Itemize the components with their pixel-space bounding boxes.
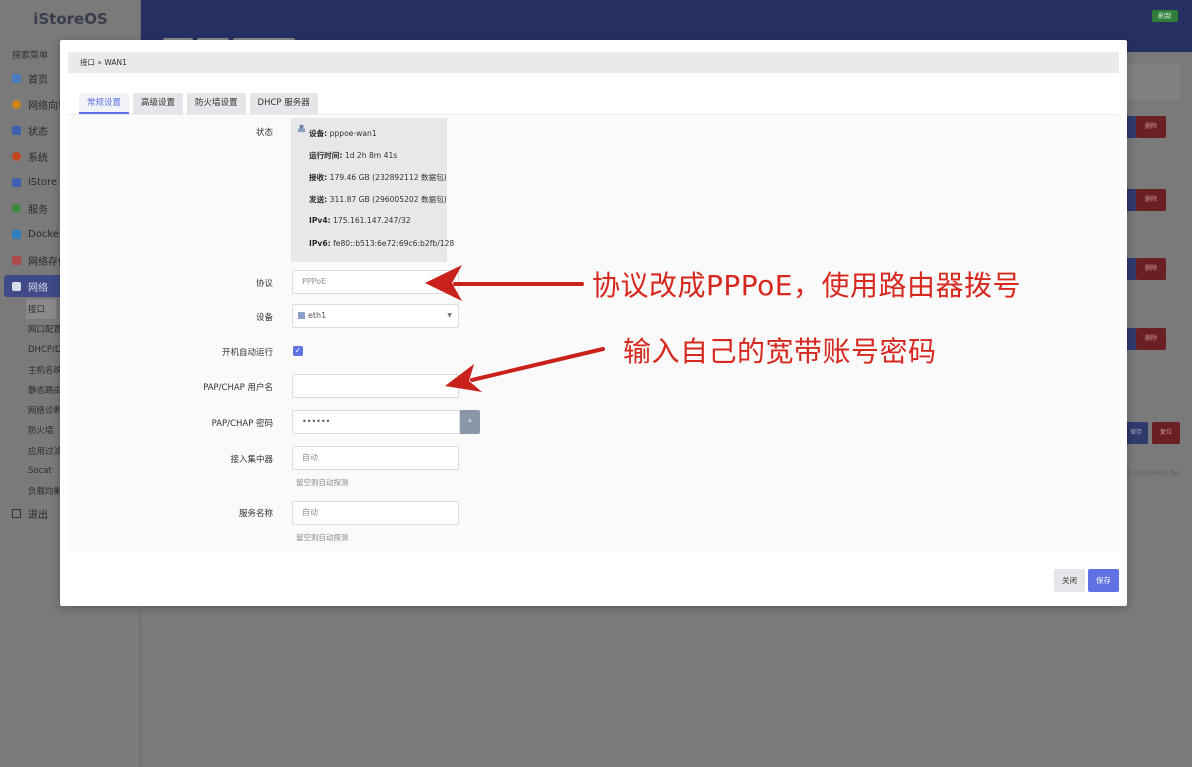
status-tx-value: 311.87 GB (296005202 数据包) <box>329 195 447 204</box>
bg-reset-button[interactable]: 复位 <box>1152 422 1180 444</box>
status-ipv6-value: fe80::b513:6e72:69c6:b2fb/128 <box>333 239 455 248</box>
close-button[interactable]: 关闭 <box>1054 569 1085 592</box>
concentrator-placeholder: 自动 <box>302 453 318 462</box>
status-rx-key: 接收: <box>309 173 328 182</box>
subnav-item-interfaces[interactable]: 接口 <box>26 299 56 320</box>
device-value: eth1 <box>308 311 327 320</box>
status-ipv6-key: IPv6: <box>309 239 331 248</box>
status-rx: 接收: 179.46 GB (232892112 数据包) <box>309 172 447 183</box>
home-icon <box>12 74 21 84</box>
bg-save-button[interactable]: 保存 <box>1124 422 1148 444</box>
tab-advanced[interactable]: 高级设置 <box>133 93 184 114</box>
bg-delete-button[interactable]: 删除 <box>1136 116 1166 138</box>
network-device-icon <box>297 124 306 133</box>
bg-delete-button[interactable]: 删除 <box>1136 258 1166 280</box>
status-device-key: 设备: <box>309 129 328 138</box>
username-input[interactable] <box>292 374 459 398</box>
general-settings-panel <box>68 114 1119 551</box>
status-ipv4-key: IPv4: <box>309 216 331 225</box>
service-icon <box>12 203 21 213</box>
protocol-select[interactable]: PPPoE <box>292 270 459 294</box>
service-name-label: 服务名称 <box>238 509 273 519</box>
tab-dhcp-server[interactable]: DHCP 服务器 <box>249 93 318 114</box>
status-ipv4-value: 175.161.147.247/32 <box>333 216 411 225</box>
sidebar-item-label: 网络 <box>28 282 48 294</box>
logout-label: 退出 <box>28 510 48 521</box>
status-device-value: pppoe-wan1 <box>329 129 377 138</box>
interface-edit-modal: 接口 » WAN1 常规设置 高级设置 防火墙设置 DHCP 服务器 状态 设备… <box>60 40 1127 606</box>
password-input[interactable]: •••••• <box>292 410 460 434</box>
status-tx-key: 发送: <box>309 195 328 204</box>
reveal-password-button[interactable]: * <box>460 410 480 434</box>
device-label: 设备 <box>255 313 273 323</box>
password-label: PAP/CHAP 密码 <box>211 419 273 429</box>
status-uptime-value: 1d 2h 8m 41s <box>344 151 398 160</box>
bg-version-footer: v2.3-20230602.fnd <box>1122 470 1180 477</box>
status-box: 设备: pppoe-wan1 运行时间: 1d 2h 8m 41s 接收: 17… <box>291 118 454 262</box>
concentrator-help: 留空则自动探测 <box>296 478 349 487</box>
modal-tabs: 常规设置 高级设置 防火墙设置 DHCP 服务器 <box>79 93 322 114</box>
protocol-label: 协议 <box>255 279 273 289</box>
ethernet-port-icon <box>298 312 305 319</box>
username-label: PAP/CHAP 用户名 <box>203 383 273 393</box>
app-logo: iStoreOS <box>33 10 108 28</box>
service-name-placeholder: 自动 <box>302 508 318 517</box>
autostart-label: 开机自动运行 <box>221 348 273 358</box>
status-rx-value: 179.46 GB (232892112 数据包) <box>329 173 447 182</box>
docker-icon <box>12 229 21 239</box>
protocol-value: PPPoE <box>302 277 327 286</box>
system-icon <box>12 152 21 162</box>
sidebar-item-label: iStore <box>28 177 58 188</box>
storage-icon <box>12 255 21 265</box>
sidebar-item-label: 系统 <box>28 153 48 165</box>
device-select[interactable]: eth1 ▼ <box>292 304 459 328</box>
network-icon <box>12 281 21 291</box>
logout-button[interactable]: 退出 <box>12 506 48 521</box>
status-ipv4: IPv4: 175.161.147.247/32 <box>309 216 411 225</box>
sidebar-item-label: 状态 <box>28 127 48 139</box>
breadcrumb: 接口 » WAN1 <box>68 52 1119 73</box>
bg-delete-button[interactable]: 删除 <box>1136 189 1166 211</box>
wizard-icon <box>12 100 21 110</box>
concentrator-label: 接入集中器 <box>230 455 273 465</box>
service-name-input[interactable]: 自动 <box>292 501 459 525</box>
autostart-checkbox[interactable]: ✓ <box>293 346 303 356</box>
annotation-account-note: 输入自己的宽带账号密码 <box>623 335 937 368</box>
annotation-protocol-note: 协议改成PPPoE，使用路由器拨号 <box>592 269 1021 302</box>
concentrator-input[interactable]: 自动 <box>292 446 459 470</box>
status-device: 设备: pppoe-wan1 <box>309 128 377 139</box>
tab-general[interactable]: 常规设置 <box>79 93 130 114</box>
logout-icon <box>12 509 21 518</box>
bg-delete-button[interactable]: 删除 <box>1136 328 1166 350</box>
search-menu-label[interactable]: 搜索菜单 <box>12 48 48 61</box>
status-label: 状态 <box>255 128 273 138</box>
chevron-down-icon: ▼ <box>447 312 452 319</box>
store-icon <box>12 178 21 187</box>
tab-firewall[interactable]: 防火墙设置 <box>187 93 246 114</box>
sidebar-item-label: 首页 <box>28 75 48 87</box>
status-uptime: 运行时间: 1d 2h 8m 41s <box>309 150 397 161</box>
grid-icon <box>12 126 21 136</box>
save-button[interactable]: 保存 <box>1088 569 1119 592</box>
status-ipv6: IPv6: fe80::b513:6e72:69c6:b2fb/128 <box>309 239 454 248</box>
refresh-badge[interactable]: 刷新 <box>1152 10 1178 22</box>
sidebar-item-label: 服务 <box>28 204 48 216</box>
service-name-help: 留空则自动探测 <box>296 533 349 542</box>
sidebar-item-label: Docker <box>28 228 64 240</box>
status-tx: 发送: 311.87 GB (296005202 数据包) <box>309 194 447 205</box>
status-uptime-key: 运行时间: <box>309 151 343 160</box>
